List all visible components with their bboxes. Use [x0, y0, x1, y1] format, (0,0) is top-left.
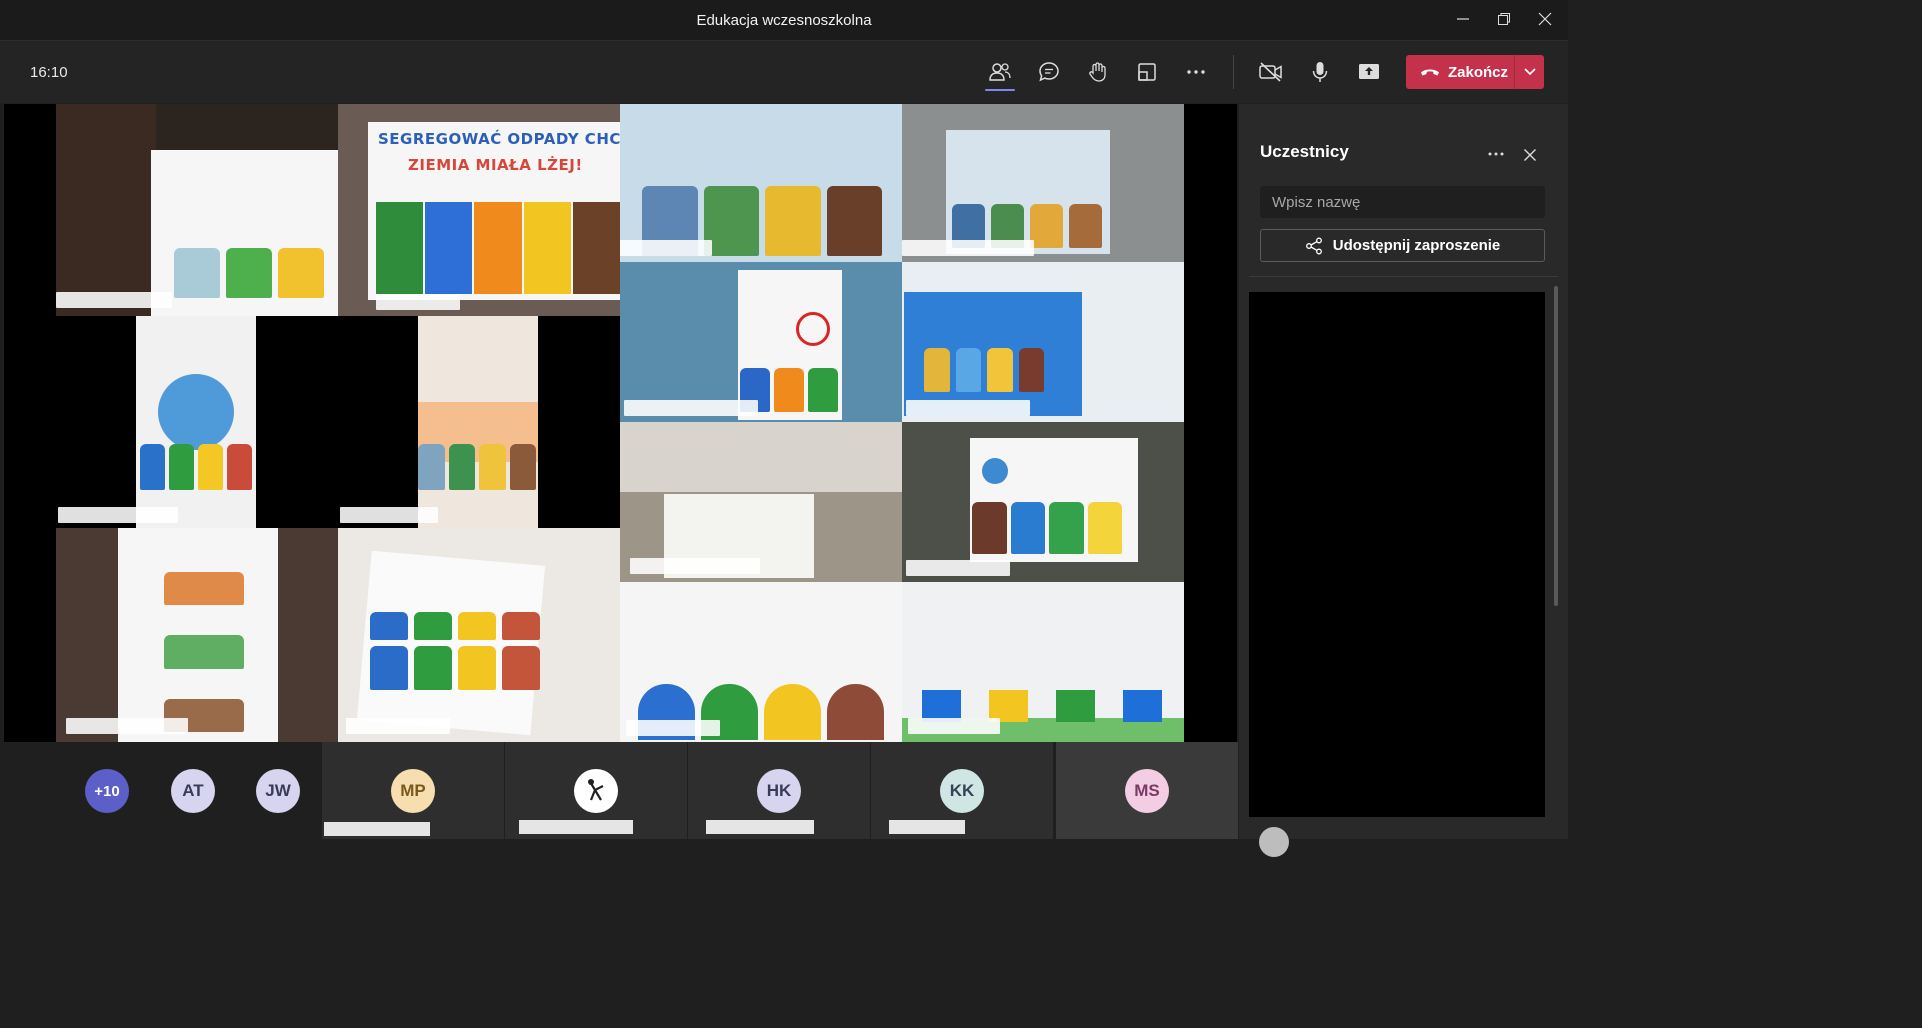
participant-tile[interactable]	[505, 742, 687, 839]
end-call-button[interactable]: Zakończ	[1406, 55, 1514, 89]
close-icon[interactable]	[1519, 144, 1541, 166]
meeting-toolbar: 16:10 Zakończ	[0, 41, 1568, 103]
end-call-label: Zakończ	[1448, 63, 1509, 81]
title-bar: Edukacja wczesnoszkolna	[0, 0, 1568, 41]
name-tag	[58, 507, 178, 523]
name-tag	[626, 720, 720, 736]
name-tag	[620, 240, 712, 256]
restore-icon[interactable]	[1489, 8, 1519, 30]
share-icon	[1305, 237, 1322, 254]
microphone-icon[interactable]	[1304, 57, 1336, 87]
name-tag	[706, 820, 814, 834]
video-tile[interactable]: SEGREGOWAĆ ODPADY CHCĘ, BĘDZIE ZIEMIA MI…	[338, 104, 620, 316]
poster-title: SEGREGOWAĆ ODPADY CHCĘ, BĘDZIE	[378, 130, 620, 148]
participant-list-area	[1249, 292, 1545, 817]
poster-title: ZIEMIA MIAŁA LŻEJ!	[408, 156, 583, 174]
hang-up-icon	[1421, 69, 1439, 76]
more-options-icon[interactable]	[1483, 144, 1509, 164]
name-tag	[56, 292, 172, 308]
video-grid: SEGREGOWAĆ ODPADY CHCĘ, BĘDZIE ZIEMIA MI…	[4, 104, 1237, 742]
meeting-timer: 16:10	[30, 64, 68, 81]
name-tag	[376, 294, 460, 310]
participants-icon[interactable]	[984, 57, 1016, 91]
avatar[interactable]: AT	[171, 769, 215, 813]
video-tile[interactable]	[902, 262, 1184, 422]
avatar	[1259, 827, 1289, 857]
share-invite-button[interactable]: Udostępnij zaproszenie	[1260, 229, 1545, 262]
participant-tile[interactable]: KK	[871, 742, 1053, 839]
video-tile[interactable]	[56, 104, 338, 316]
name-tag	[340, 507, 438, 523]
toolbar-divider	[1233, 55, 1234, 89]
avatar: MP	[391, 769, 435, 813]
name-tag	[624, 400, 758, 416]
end-call-control: Zakończ	[1406, 55, 1544, 89]
name-tag	[519, 820, 633, 834]
participant-tile[interactable]: HK	[688, 742, 870, 839]
participant-tile[interactable]: MS	[1056, 742, 1238, 839]
video-tile[interactable]	[56, 528, 338, 742]
raise-hand-icon[interactable]	[1082, 57, 1114, 87]
chat-icon[interactable]	[1033, 57, 1065, 87]
video-tile[interactable]	[620, 582, 902, 742]
name-tag	[906, 400, 1030, 416]
camera-off-icon[interactable]	[1255, 57, 1287, 87]
share-screen-icon[interactable]	[1353, 57, 1385, 87]
panel-divider	[1249, 276, 1558, 277]
video-tile[interactable]	[902, 104, 1184, 262]
participant-strip: +10 AT JW MP HK KK MS	[0, 742, 1239, 839]
video-tile[interactable]	[620, 104, 902, 262]
name-tag	[908, 718, 1000, 734]
video-tile[interactable]	[136, 316, 256, 528]
participant-tile[interactable]: MP	[322, 742, 504, 839]
name-tag	[902, 240, 1034, 256]
panel-scrollbar[interactable]	[1554, 286, 1558, 606]
video-tile[interactable]	[902, 582, 1184, 742]
mascot-icon	[588, 779, 604, 801]
video-tile[interactable]	[338, 528, 620, 742]
name-tag	[630, 558, 760, 574]
share-invite-label: Udostępnij zaproszenie	[1332, 237, 1501, 254]
panel-title: Uczestnicy	[1260, 142, 1349, 161]
window-title: Edukacja wczesnoszkolna	[696, 12, 872, 29]
participant-search-input[interactable]	[1260, 186, 1545, 218]
avatar	[574, 769, 618, 813]
name-tag	[889, 820, 965, 834]
avatar: KK	[940, 769, 984, 813]
rooms-icon[interactable]	[1131, 57, 1163, 87]
video-tile[interactable]	[620, 262, 902, 422]
avatar: HK	[757, 769, 801, 813]
name-tag	[66, 718, 188, 734]
poster	[356, 550, 546, 736]
video-tile[interactable]	[418, 316, 538, 528]
video-tile[interactable]	[902, 422, 1184, 582]
minimize-icon[interactable]	[1448, 8, 1478, 30]
name-tag	[324, 822, 430, 836]
name-tag	[906, 560, 1010, 576]
name-tag	[346, 718, 450, 734]
avatar: MS	[1125, 769, 1169, 813]
more-options-icon[interactable]	[1180, 57, 1212, 87]
video-tile[interactable]	[620, 422, 902, 582]
avatar[interactable]: JW	[256, 769, 300, 813]
close-window-icon[interactable]	[1530, 8, 1560, 30]
overflow-participants-button[interactable]: +10	[85, 769, 129, 813]
participants-panel: Uczestnicy Udostępnij zaproszenie	[1239, 104, 1568, 857]
chevron-down-icon[interactable]	[1515, 55, 1544, 89]
